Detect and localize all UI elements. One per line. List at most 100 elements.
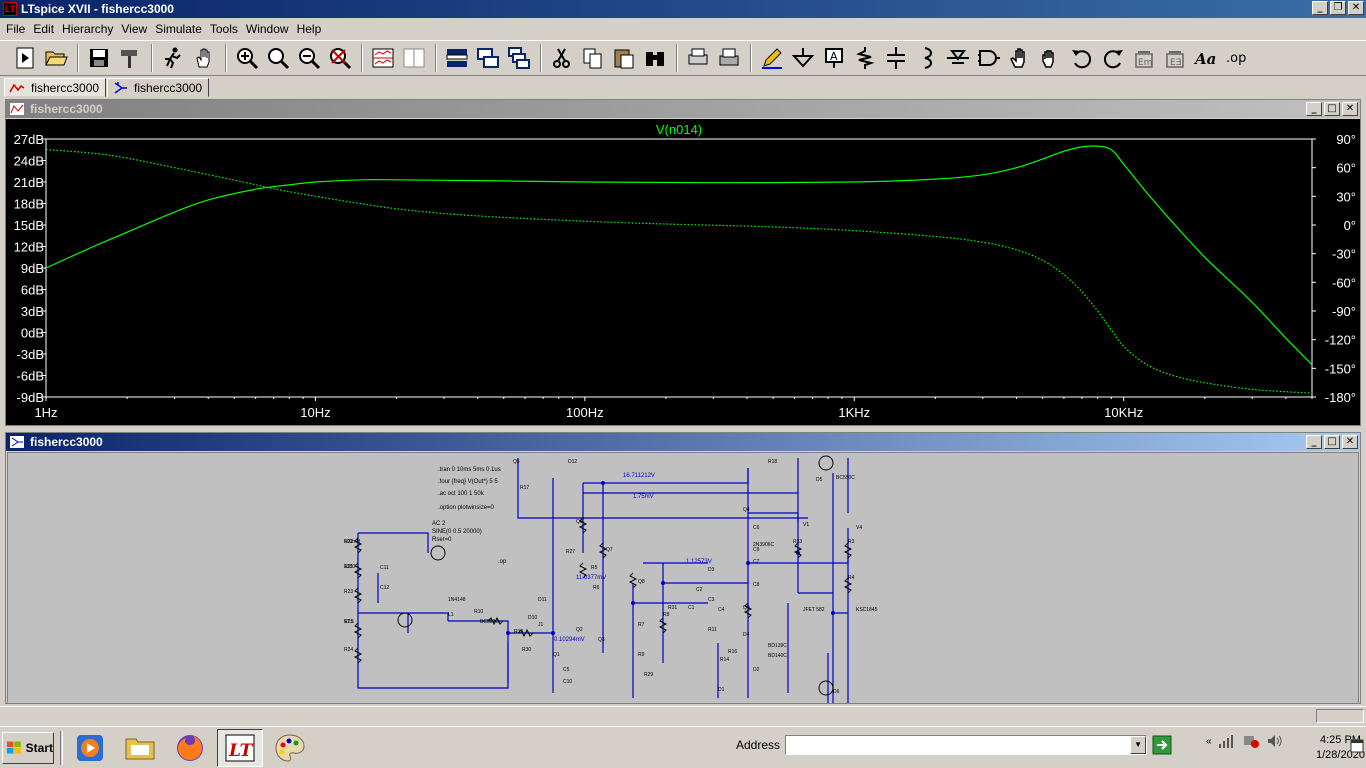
component-label[interactable]: D11 [538,597,547,603]
component-label[interactable]: Q1 [553,652,560,658]
tab-waveform[interactable]: fishercc3000 [4,78,107,97]
component-label[interactable]: R27 [566,549,575,555]
component-label[interactable]: JFET 582 [803,607,825,613]
component-label[interactable]: 500mH [344,539,361,545]
label-net-button[interactable]: A [819,44,848,73]
zoom-out-button[interactable] [294,44,323,73]
component-label[interactable]: C4 [718,607,725,613]
component-label[interactable]: Q7 [606,547,613,553]
volume-icon[interactable] [1266,733,1284,749]
menu-simulate[interactable]: Simulate [151,22,206,36]
component-label[interactable]: C5 [563,667,570,673]
undo-button[interactable] [1067,44,1096,73]
taskbar-file-explorer[interactable] [117,729,163,767]
component-label[interactable]: R11 [708,627,717,633]
component-label[interactable]: KSC1845 [856,607,878,613]
taskbar-firefox[interactable] [167,729,213,767]
waveform-close-button[interactable]: ✕ [1342,102,1358,116]
menu-view[interactable]: View [117,22,151,36]
component-label[interactable]: D3 [708,567,715,573]
menu-edit[interactable]: Edit [29,22,58,36]
zoom-in-button[interactable] [232,44,261,73]
component-label[interactable]: C11 [380,565,389,571]
tile-vertical-button[interactable] [399,44,428,73]
go-arrow-icon[interactable] [1152,735,1172,755]
diode-button[interactable] [943,44,972,73]
component-label[interactable]: D2 [753,667,760,673]
redo-button[interactable] [1098,44,1127,73]
component-label[interactable]: R10 [474,609,483,615]
component-label[interactable]: D1 [718,687,725,693]
circuit-schematic[interactable]: .tran 0 10ms 5ms 0.1us .four {freq} V(Ou… [8,453,1358,703]
menu-window[interactable]: Window [242,22,293,36]
component-label[interactable]: R17 [520,485,529,491]
component-label[interactable]: D10 [528,615,537,621]
component-label[interactable]: Q4 [743,507,750,513]
schematic-maximize-button[interactable]: □ [1324,435,1340,449]
directive-four[interactable]: .four {freq} V(Out*) 5 5 [438,479,498,485]
component-label[interactable]: R30 [522,647,531,653]
zoom-fit-button[interactable] [325,44,354,73]
menu-help[interactable]: Help [293,22,326,36]
spice-directive-button[interactable]: .op [1222,44,1251,73]
component-label[interactable]: R5 [591,565,598,571]
component-label[interactable]: 2N3906C [753,542,775,548]
directive-ac[interactable]: .ac oct 100 1 50k [438,491,485,497]
menu-tools[interactable]: Tools [206,22,242,36]
ltspice-app-icon[interactable]: LT [3,2,17,16]
minimize-button[interactable]: _ [1312,1,1328,15]
address-dropdown[interactable]: ▼ [1130,736,1147,754]
component-label[interactable]: R31 [668,605,677,611]
component-label[interactable]: R33 [793,539,802,545]
schematic-close-button[interactable]: ✕ [1342,435,1358,449]
waveform-maximize-button[interactable]: □ [1324,102,1340,116]
component-button[interactable] [974,44,1003,73]
component-label[interactable]: BD140C [768,653,787,659]
pan-button[interactable] [263,44,292,73]
component-label[interactable]: R6 [593,585,600,591]
start-button[interactable]: Start [2,731,54,764]
component-label[interactable]: C12 [380,585,389,591]
address-input[interactable]: ▼ [785,735,1148,755]
mirror-button[interactable]: E∃ [1160,44,1189,73]
halt-button[interactable] [189,44,218,73]
taskbar-ltspice[interactable]: LT [217,728,263,767]
component-label[interactable]: C2 [696,587,703,593]
print-button[interactable] [714,44,743,73]
component-label[interactable]: L1 [448,612,454,618]
component-label[interactable]: R13 [514,629,523,635]
component-label[interactable]: R18 [768,459,777,465]
component-label[interactable]: C7 [753,559,760,565]
directive-option[interactable]: .option plotwinsize=0 [438,505,495,511]
component-label[interactable]: 1350 [344,564,355,570]
component-label[interactable]: BC559C [480,619,499,625]
component-label[interactable]: R29 [644,672,653,678]
taskbar-media-player[interactable] [67,729,113,767]
component-label[interactable]: C3 [708,597,715,603]
component-label[interactable]: Q5 [513,459,520,465]
component-label[interactable]: Q9 [743,605,750,611]
waveform-plot-pane[interactable]: V(n014) 1Hz 10Hz 100Hz 1KHz 10KHz 27dB 24dB 21… [6,119,1360,425]
component-label[interactable]: C8 [753,582,760,588]
component-label[interactable]: C10 [563,679,572,685]
component-label[interactable]: V1 [803,522,809,528]
taskbar-paint[interactable] [267,729,313,767]
cascade-button[interactable] [442,44,471,73]
schematic-canvas[interactable]: .tran 0 10ms 5ms 0.1us .four {freq} V(Ou… [7,452,1359,704]
arrange-windows-button[interactable] [504,44,533,73]
component-label[interactable]: 17.5 [344,619,354,625]
tile-horizontal-button[interactable] [368,44,397,73]
component-label[interactable]: D12 [568,459,577,465]
paste-button[interactable] [609,44,638,73]
component-label[interactable]: R24 [344,647,353,653]
component-label[interactable]: C6 [753,525,760,531]
component-label[interactable]: R14 [720,657,729,663]
component-label[interactable]: Q6 [576,519,583,525]
resistor-button[interactable] [850,44,879,73]
ground-button[interactable] [788,44,817,73]
open-button[interactable] [41,44,70,73]
component-label[interactable]: Q2 [576,627,583,633]
menu-file[interactable]: File [2,22,29,36]
component-label[interactable]: R8 [663,612,670,618]
show-desktop-icon[interactable] [1350,739,1364,753]
